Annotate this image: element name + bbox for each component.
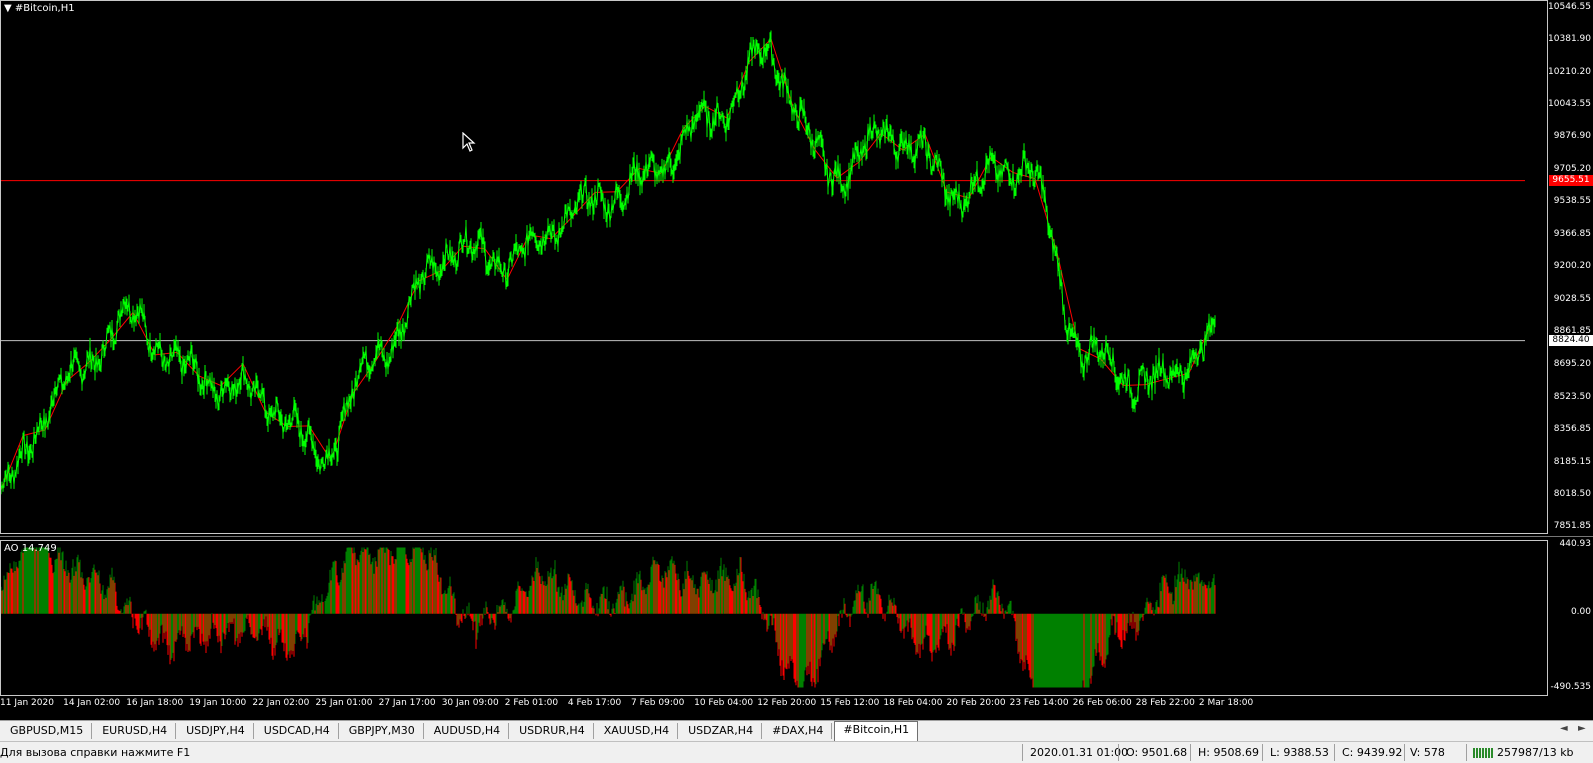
price-tick-label: 9705.20: [1553, 164, 1591, 175]
bar-close: C: 9439.92: [1342, 746, 1403, 759]
time-tick-label: 12 Feb 20:00: [757, 698, 817, 708]
ao-name: AO: [4, 543, 19, 554]
ao-tick-label: 440.93: [1559, 539, 1592, 549]
price-line: [1, 35, 1216, 491]
symbol-tab[interactable]: XAUUSD,H4: [596, 723, 679, 739]
connection-status-icon[interactable]: [1473, 748, 1493, 758]
bar-low: L: 9388.53: [1270, 746, 1329, 759]
price-chart: [1, 30, 1525, 495]
time-tick-label: 2 Mar 18:00: [1198, 698, 1254, 708]
chart-symbol-title: ▼ #Bitcoin,H1: [4, 3, 75, 14]
status-bar: Для вызова справки нажмите F1 2020.01.31…: [0, 741, 1593, 763]
ao-indicator-title: AO 14.749: [4, 543, 57, 554]
ao-tick-label: 0.00: [1570, 606, 1591, 617]
time-tick-label: 28 Feb 22:00: [1135, 698, 1195, 708]
price-tick-label: 9538.55: [1553, 196, 1591, 207]
time-tick-label: 11 Jan 2020: [0, 698, 54, 708]
price-tick-label: 8356.85: [1553, 423, 1591, 434]
price-tick-label: 7851.85: [1553, 521, 1591, 531]
time-tick-label: 20 Feb 20:00: [946, 698, 1006, 708]
current-price-tag: 8824.40: [1549, 334, 1593, 346]
price-tick-label: 10546.55: [1548, 2, 1591, 12]
price-tick-label: 9200.20: [1553, 261, 1591, 272]
symbol-tab[interactable]: #Bitcoin,H1: [834, 721, 919, 742]
symbol-label: #Bitcoin,H1: [14, 3, 75, 14]
bar-volume: V: 578: [1410, 746, 1445, 759]
price-axis[interactable]: 10546.55 10381.90 10210.20 10043.55 9876.90 9…: [1548, 0, 1593, 534]
price-tick-label: 10381.90: [1548, 33, 1591, 44]
symbol-tab[interactable]: USDCAD,H4: [256, 723, 339, 739]
time-axis[interactable]: 11 Jan 2020 14 Jan 02:00 16 Jan 18:00 19 Ja…: [0, 696, 1548, 710]
price-tick-label: 8523.50: [1553, 391, 1591, 402]
price-tick-label: 8018.50: [1553, 488, 1591, 499]
symbol-tab[interactable]: USDZAR,H4: [680, 723, 763, 739]
time-tick-label: 27 Jan 17:00: [378, 698, 436, 708]
symbol-tab[interactable]: GBPUSD,M15: [2, 723, 93, 739]
bar-datetime: 2020.01.31 01:00: [1030, 746, 1129, 759]
help-text: Для вызова справки нажмите F1: [0, 746, 191, 759]
price-tick-label: 10043.55: [1548, 98, 1591, 109]
ao-axis[interactable]: 440.93 0.00 -490.535: [1548, 539, 1593, 696]
symbol-tab[interactable]: USDRUR,H4: [511, 723, 594, 739]
price-tick-label: 9028.55: [1553, 294, 1591, 305]
symbol-tab[interactable]: #DAX,H4: [764, 723, 833, 739]
time-tick-label: 26 Feb 06:00: [1072, 698, 1132, 708]
tabs-scroll-left-icon[interactable]: ◄: [1560, 723, 1568, 734]
symbol-tab[interactable]: AUDUSD,H4: [426, 723, 510, 739]
mouse-cursor-icon: [462, 132, 476, 152]
time-tick-label: 30 Jan 09:00: [441, 698, 499, 708]
ao-value: 14.749: [21, 543, 57, 554]
ao-indicator-panel[interactable]: [0, 540, 1548, 696]
symbol-tabs-bar: GBPUSD,M15 EURUSD,H4 USDJPY,H4 USDCAD,H4 GBP…: [0, 720, 1593, 742]
time-tick-label: 18 Feb 04:00: [883, 698, 943, 708]
time-tick-label: 10 Feb 04:00: [694, 698, 754, 708]
time-tick-label: 22 Jan 02:00: [252, 698, 310, 708]
time-tick-label: 23 Feb 14:00: [1009, 698, 1069, 708]
time-tick-label: 7 Feb 09:00: [631, 698, 685, 708]
time-tick-label: 19 Jan 10:00: [189, 698, 247, 708]
price-chart-panel[interactable]: [0, 0, 1548, 534]
time-tick-label: 15 Feb 12:00: [820, 698, 880, 708]
time-tick-label: 4 Feb 17:00: [567, 698, 622, 708]
ao-tick-label: -490.535: [1550, 682, 1591, 692]
symbol-tab[interactable]: GBPJPY,M30: [341, 723, 424, 739]
price-tick-label: 8695.20: [1553, 358, 1591, 369]
time-tick-label: 2 Feb 01:00: [504, 698, 559, 708]
bar-open: O: 9501.68: [1126, 746, 1188, 759]
zigzag-line: [1, 37, 1212, 491]
time-tick-label: 16 Jan 18:00: [126, 698, 184, 708]
red-level-tag: 9655.51: [1549, 174, 1593, 186]
traffic-counter: 257987/13 kb: [1497, 746, 1574, 759]
price-tick-label: 9876.90: [1553, 130, 1591, 141]
price-tick-label: 10210.20: [1548, 66, 1591, 77]
time-tick-label: 25 Jan 01:00: [315, 698, 373, 708]
bar-high: H: 9508.69: [1198, 746, 1259, 759]
time-tick-label: 14 Jan 02:00: [63, 698, 121, 708]
tabs-scroll-right-icon[interactable]: ►: [1578, 723, 1586, 734]
price-tick-label: 9366.85: [1553, 229, 1591, 240]
ao-histogram: [1, 547, 1216, 688]
symbol-tab[interactable]: EURUSD,H4: [94, 723, 177, 739]
collapse-triangle-icon[interactable]: ▼: [4, 3, 12, 14]
symbol-tab[interactable]: USDJPY,H4: [178, 723, 254, 739]
price-tick-label: 8185.15: [1553, 456, 1591, 467]
